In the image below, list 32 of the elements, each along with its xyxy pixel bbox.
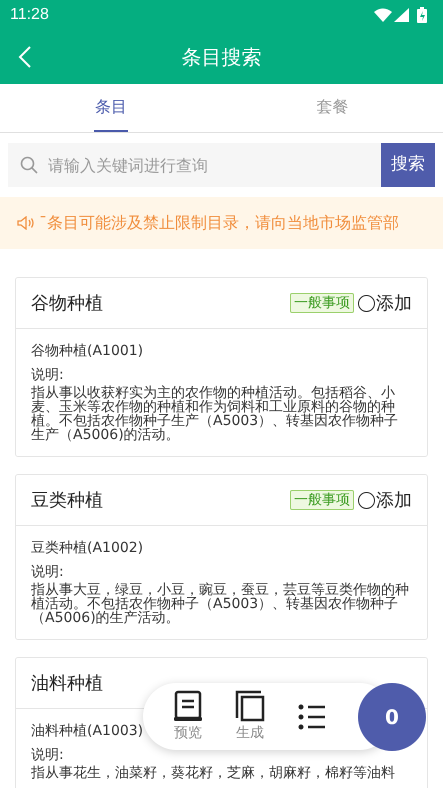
add-checkbox[interactable]: 添加 bbox=[358, 290, 412, 316]
item-code: 豆类种植(A1002) bbox=[31, 539, 144, 557]
description-label: 说明: bbox=[31, 563, 64, 581]
toolbar-button[interactable]: 预览 bbox=[157, 690, 219, 744]
speaker-icon bbox=[17, 216, 35, 230]
notice-text: ˉ条目可能涉及禁止限制目录，请向当地市场监管部 bbox=[39, 212, 399, 234]
signal-icon bbox=[394, 8, 409, 22]
category-tag: 一般事项 bbox=[290, 490, 354, 510]
description-text: 指从事花生，油菜籽，葵花籽，芝麻，胡麻籽，棉籽等油料 bbox=[31, 766, 396, 780]
description-text: 指从事以收获籽实为主的农作物的种植活动。包括稻谷、小麦、玉米等农作物的种植和作为饲料和工业原料的谷物的种植。不包括农作物种子生产（A5003）、转基因农作物种子生产（A5006)的活动。 bbox=[31, 386, 400, 442]
battery-icon bbox=[417, 7, 427, 23]
add-checkbox[interactable]: 添加 bbox=[358, 486, 412, 514]
copy-icon bbox=[235, 690, 265, 722]
back-icon bbox=[18, 45, 32, 69]
page-title: 条目搜索 bbox=[182, 44, 262, 71]
description-text: 指从事大豆，绿豆，小豆，豌豆，蚕豆，芸豆等豆类作物的种植活动。不包括农作物种子（A5003）、转基因农作物种子（A5006)的生产活动。 bbox=[31, 583, 410, 625]
toolbar-button[interactable]: 生成 bbox=[219, 690, 281, 744]
item-code: 谷物种植(A1001) bbox=[31, 342, 144, 360]
search-icon bbox=[20, 156, 38, 174]
search-field[interactable]: 请输入关键词进行查询 bbox=[8, 143, 381, 187]
description-label: 说明: bbox=[31, 746, 64, 764]
item-title: 油料种植 bbox=[31, 672, 104, 696]
item-title: 豆类种植 bbox=[31, 488, 104, 512]
tab[interactable]: 条目 bbox=[0, 84, 222, 132]
category-tag: 一般事项 bbox=[290, 293, 354, 313]
item-title: 谷物种植 bbox=[31, 292, 104, 316]
description-label: 说明: bbox=[31, 366, 64, 384]
status-time: 11:28 bbox=[10, 5, 50, 25]
wifi-icon bbox=[374, 8, 392, 22]
document-icon bbox=[173, 690, 203, 722]
search-button[interactable]: 搜索 bbox=[381, 143, 435, 187]
item-code: 油料种植(A1003) bbox=[31, 722, 144, 740]
